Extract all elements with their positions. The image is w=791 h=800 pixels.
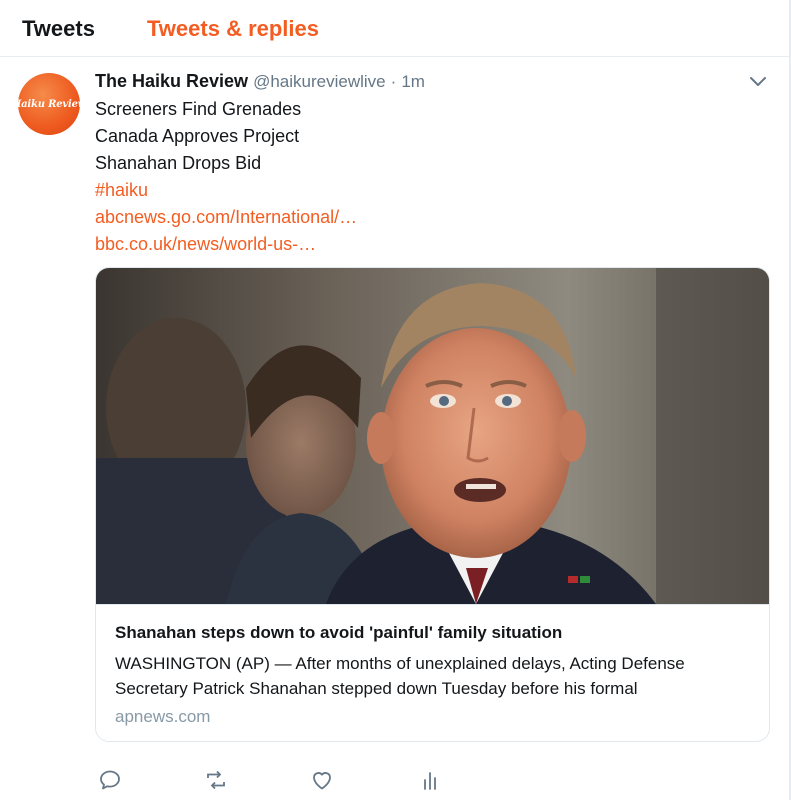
author-handle[interactable]: @haikureviewlive (253, 72, 386, 91)
card-divider (96, 604, 769, 605)
tweet-line: Screeners Find Grenades (95, 99, 302, 119)
link-preview-card[interactable]: Shanahan steps down to avoid 'painful' f… (95, 267, 770, 742)
url-link-bbc[interactable]: bbc.co.uk/news/world-us-… (95, 231, 357, 258)
tweet-line: Shanahan Drops Bid (95, 153, 262, 173)
separator-dot: · (390, 72, 397, 91)
chevron-down-icon[interactable] (748, 74, 768, 90)
tab-tweets-and-replies[interactable]: Tweets & replies (147, 16, 319, 42)
url-link-abcnews[interactable]: abcnews.go.com/International/… (95, 204, 357, 231)
tweet-actions (0, 760, 789, 800)
card-photo (96, 268, 769, 604)
reply-icon[interactable] (98, 768, 122, 792)
hashtag-link[interactable]: #haiku (95, 177, 357, 204)
tweet-text: Screeners Find Grenades Canada Approves … (95, 96, 357, 258)
avatar[interactable]: Haiku Review (12, 73, 86, 135)
avatar-logo-text: Haiku Review (11, 98, 87, 110)
card-title: Shanahan steps down to avoid 'painful' f… (115, 623, 563, 642)
tweet-timestamp[interactable]: 1m (401, 72, 425, 91)
tab-tweets[interactable]: Tweets (22, 16, 95, 42)
card-domain: apnews.com (115, 707, 211, 726)
author-name[interactable]: The Haiku Review (95, 71, 248, 91)
profile-tabs: Tweets Tweets & replies (0, 0, 789, 57)
tweet-header: The Haiku Review @haikureviewlive · 1m (95, 70, 425, 93)
tweet-line: Canada Approves Project (95, 126, 300, 146)
analytics-icon[interactable] (418, 768, 442, 792)
like-icon[interactable] (310, 768, 334, 792)
card-description: WASHINGTON (AP) — After months of unexpl… (115, 654, 685, 698)
retweet-icon[interactable] (204, 768, 228, 792)
